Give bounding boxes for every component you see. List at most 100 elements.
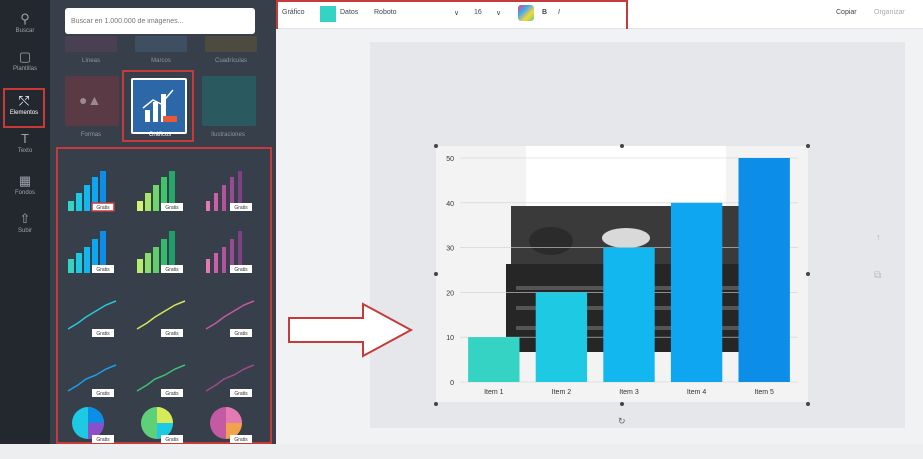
resize-handle[interactable] (434, 272, 438, 276)
sidebar-rail: ⚲ Buscar ▢ Plantillas ⤲ Elementos T Text… (0, 0, 50, 444)
x-tick-label: Item 1 (484, 389, 504, 396)
rail-label: Plantillas (12, 66, 37, 72)
copy-page-icon[interactable]: ⧉ (874, 270, 881, 281)
chart-tile-line-magenta[interactable]: Gratis (202, 349, 260, 405)
line-chart-thumbnail: Gratis (205, 300, 255, 337)
category-label: Marcos (151, 58, 171, 64)
background-icon: ▦ (18, 173, 32, 188)
pie-chart-thumbnail: Gratis (210, 407, 252, 443)
category-illustrations[interactable] (202, 76, 256, 126)
free-badge: Gratis (165, 391, 179, 397)
resize-handle[interactable] (806, 144, 810, 148)
resize-handle[interactable] (434, 144, 438, 148)
line-chart-thumbnail: Gratis (205, 364, 255, 397)
editor-toolbar: Gráfico Datos Roboto ∨ 16 ∨ B I Copiar O… (276, 0, 923, 56)
chart-tile-bar-pink-2[interactable]: Gratis (202, 225, 260, 281)
free-badge: Gratis (96, 331, 110, 337)
rail-label: Fondos (14, 190, 35, 196)
category-thumb-frames[interactable] (135, 36, 187, 52)
bar[interactable] (603, 247, 655, 382)
chart-tile-pie-green[interactable]: Gratis (133, 403, 191, 459)
free-badge: Gratis (165, 437, 179, 443)
x-tick-label: Item 2 (552, 389, 572, 396)
rail-item-search[interactable]: ⚲ Buscar (4, 8, 46, 44)
category-label: Formas (80, 132, 102, 138)
category-thumb-grids[interactable] (205, 36, 257, 52)
free-badge: Gratis (234, 205, 248, 211)
bar-chart-thumbnail: Gratis (206, 171, 252, 211)
chart-tile-pie-blue[interactable]: Gratis (64, 403, 122, 459)
arrow-icon (288, 302, 414, 358)
bar-chart-thumbnail: Gratis (68, 171, 115, 212)
search-icon: ⚲ (20, 11, 30, 26)
chart-tile-pie-pink[interactable]: Gratis (202, 403, 260, 459)
chart-tile-bar-green[interactable]: Gratis (133, 163, 191, 219)
chart-tile-line-pink[interactable]: Gratis (202, 289, 260, 345)
chart-tile-line-teal[interactable]: Gratis (64, 289, 122, 345)
y-tick-label: 10 (446, 335, 454, 342)
x-tick-label: Item 5 (754, 389, 774, 396)
search-input[interactable] (65, 8, 255, 34)
rail-label: Subir (17, 228, 32, 234)
line-chart-thumbnail: Gratis (136, 300, 186, 337)
x-tick-label: Item 3 (619, 389, 639, 396)
x-tick-label: Item 4 (687, 389, 707, 396)
free-badge: Gratis (234, 267, 248, 273)
free-badge: Gratis (165, 331, 179, 337)
text-icon: T (21, 131, 29, 146)
resize-handle[interactable] (806, 272, 810, 276)
free-badge: Gratis (234, 437, 248, 443)
upload-icon: ⇧ (19, 211, 31, 226)
y-tick-label: 0 (450, 380, 454, 387)
arrange-button[interactable]: Organizar (874, 9, 905, 16)
copy-button[interactable]: Copiar (836, 9, 857, 16)
resize-handle[interactable] (434, 402, 438, 406)
line-chart-thumbnail: Gratis (67, 364, 117, 397)
bar[interactable] (535, 292, 588, 382)
rail-label: Buscar (15, 28, 35, 34)
category-label: Líneas (81, 58, 100, 64)
category-label: Ilustraciones (211, 132, 245, 138)
free-badge: Gratis (96, 391, 110, 397)
bar-chart-thumbnail: Gratis (206, 231, 252, 273)
category-thumb-lines[interactable] (65, 36, 117, 52)
chart-tile-bar-teal-2[interactable]: Gratis (64, 225, 122, 281)
line-chart-thumbnail: Gratis (67, 300, 117, 337)
free-badge: Gratis (96, 437, 110, 443)
free-badge: Gratis (96, 205, 110, 211)
chart-gallery: Gratis Gratis Gratis Gratis Gratis Grati… (56, 147, 272, 444)
resize-handle[interactable] (620, 144, 624, 148)
y-tick-label: 40 (446, 201, 454, 208)
bar[interactable] (738, 158, 790, 382)
line-chart-thumbnail: Gratis (136, 364, 186, 397)
bar-chart: 0 10 20 30 40 50 Item 1 Item 2 Item 3 Item 4 Item … (446, 156, 798, 396)
chart-tile-bar-green-2[interactable]: Gratis (133, 225, 191, 281)
chart-element[interactable]: 0 10 20 30 40 50 Item 1 Item 2 Item 3 Item 4 Item … (436, 146, 808, 402)
bar-chart-thumbnail: Gratis (137, 231, 183, 273)
pie-chart-thumbnail: Gratis (72, 407, 114, 443)
y-tick-label: 50 (446, 156, 454, 163)
rail-item-elements[interactable]: ⤲ Elementos (3, 88, 45, 128)
bar[interactable] (670, 202, 723, 382)
chart-tile-bar-teal[interactable]: Gratis (64, 163, 122, 219)
category-shapes[interactable]: ●▲ (65, 76, 119, 126)
rail-item-upload[interactable]: ⇧ Subir (4, 208, 46, 244)
rotate-icon[interactable]: ↻ (618, 416, 626, 427)
bar[interactable] (468, 337, 520, 382)
rail-item-templates[interactable]: ▢ Plantillas (4, 46, 46, 82)
chart-tile-line-green[interactable]: Gratis (133, 349, 191, 405)
chart-tile-line-yellow[interactable]: Gratis (133, 289, 191, 345)
page-up-icon[interactable]: ↑ (876, 232, 881, 242)
free-badge: Gratis (96, 267, 110, 273)
resize-handle[interactable] (806, 402, 810, 406)
resize-handle[interactable] (620, 402, 624, 406)
elements-icon: ⤲ (18, 93, 30, 108)
chart-tile-bar-pink[interactable]: Gratis (202, 163, 260, 219)
chart-tile-line-blue[interactable]: Gratis (64, 349, 122, 405)
rail-item-backgrounds[interactable]: ▦ Fondos (4, 170, 46, 206)
category-label: Gráficos (148, 132, 172, 138)
rail-label: Texto (17, 148, 33, 154)
y-tick-label: 20 (446, 290, 454, 297)
pie-chart-thumbnail: Gratis (141, 407, 183, 443)
rail-item-text[interactable]: T Texto (4, 128, 46, 164)
